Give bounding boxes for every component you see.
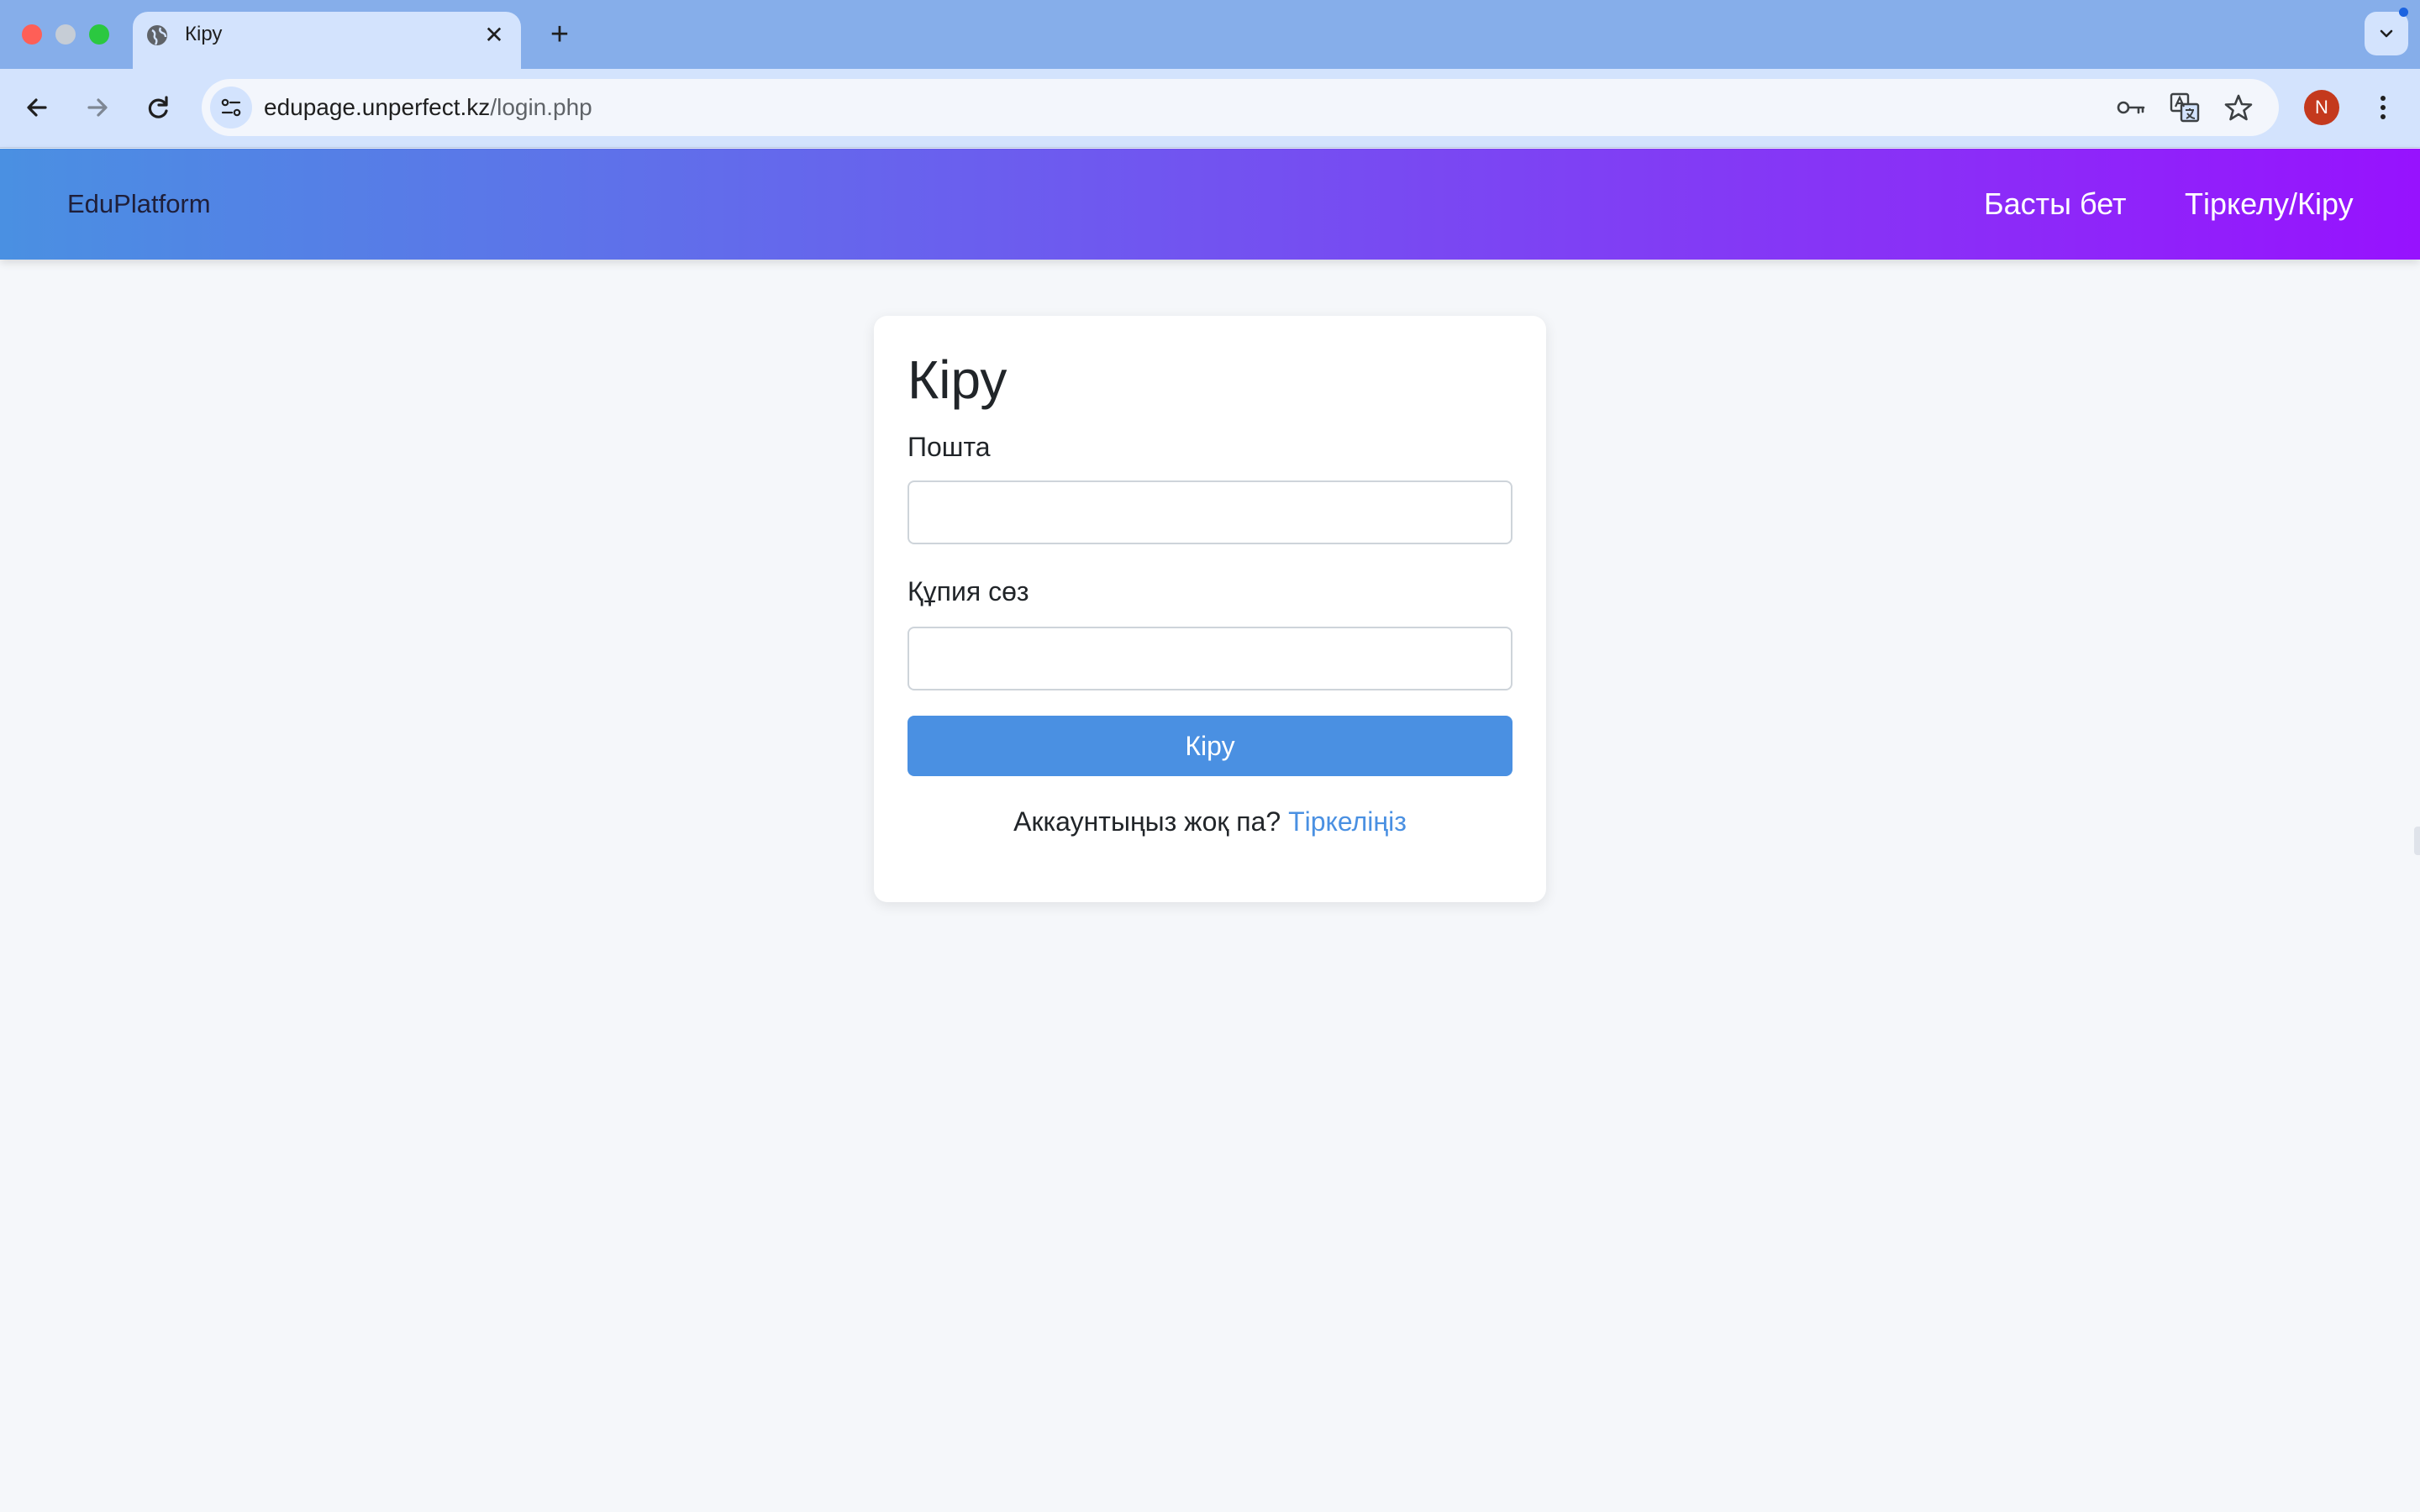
password-field[interactable] bbox=[908, 627, 1512, 690]
window-close-button[interactable] bbox=[22, 24, 42, 45]
login-button[interactable]: Кіру bbox=[908, 716, 1512, 776]
arrow-right-icon bbox=[87, 98, 108, 117]
window-maximize-button[interactable] bbox=[89, 24, 109, 45]
register-link[interactable]: Тіркеліңіз bbox=[1288, 806, 1407, 837]
tab-title: Кіру bbox=[185, 23, 223, 45]
profile-avatar[interactable]: N bbox=[2304, 90, 2339, 125]
login-card: Кіру Пошта Құпия сөз Кіру Аккаунтыңыз жо… bbox=[874, 316, 1546, 902]
window-minimize-button[interactable] bbox=[55, 24, 76, 45]
nav-link-home[interactable]: Басты бет bbox=[1984, 186, 2127, 223]
url-host: edupage.unperfect.kz bbox=[264, 94, 491, 120]
back-button[interactable] bbox=[17, 87, 57, 128]
email-field[interactable] bbox=[908, 480, 1512, 544]
bookmark-star-icon[interactable] bbox=[2222, 91, 2255, 124]
page-title: Кіру bbox=[908, 349, 1007, 410]
password-key-icon[interactable] bbox=[2114, 91, 2148, 124]
more-menu-icon[interactable] bbox=[2365, 89, 2402, 126]
email-label: Пошта bbox=[908, 432, 991, 462]
tune-icon bbox=[221, 98, 241, 117]
side-panel-handle[interactable] bbox=[2414, 827, 2420, 855]
reload-button[interactable] bbox=[138, 87, 178, 128]
register-prompt: Аккаунтыңыз жоқ па? Тіркеліңіз bbox=[874, 805, 1546, 838]
brand-logo-text[interactable]: EduPlatform bbox=[67, 187, 211, 221]
translate-icon[interactable] bbox=[2168, 91, 2202, 124]
url-text[interactable]: edupage.unperfect.kz/login.php bbox=[264, 92, 592, 123]
site-navbar: EduPlatform Басты бет Тіркелу/Кіру bbox=[0, 149, 2420, 260]
nav-link-register-login[interactable]: Тіркелу/Кіру bbox=[2185, 186, 2354, 223]
tab-search-button[interactable] bbox=[2365, 12, 2408, 55]
notification-dot bbox=[2399, 8, 2408, 17]
reload-icon bbox=[148, 96, 168, 118]
arrow-left-icon bbox=[27, 98, 47, 117]
password-label: Құпия сөз bbox=[908, 576, 1029, 606]
chevron-down-icon bbox=[2380, 29, 2393, 38]
site-info-button[interactable] bbox=[210, 87, 252, 129]
globe-icon bbox=[147, 25, 167, 45]
new-tab-button[interactable]: + bbox=[541, 17, 578, 54]
forward-button[interactable] bbox=[77, 87, 118, 128]
tab-close-icon[interactable]: ✕ bbox=[482, 24, 506, 47]
no-account-text: Аккаунтыңыз жоқ па? bbox=[1013, 806, 1281, 837]
url-path: /login.php bbox=[490, 94, 592, 120]
